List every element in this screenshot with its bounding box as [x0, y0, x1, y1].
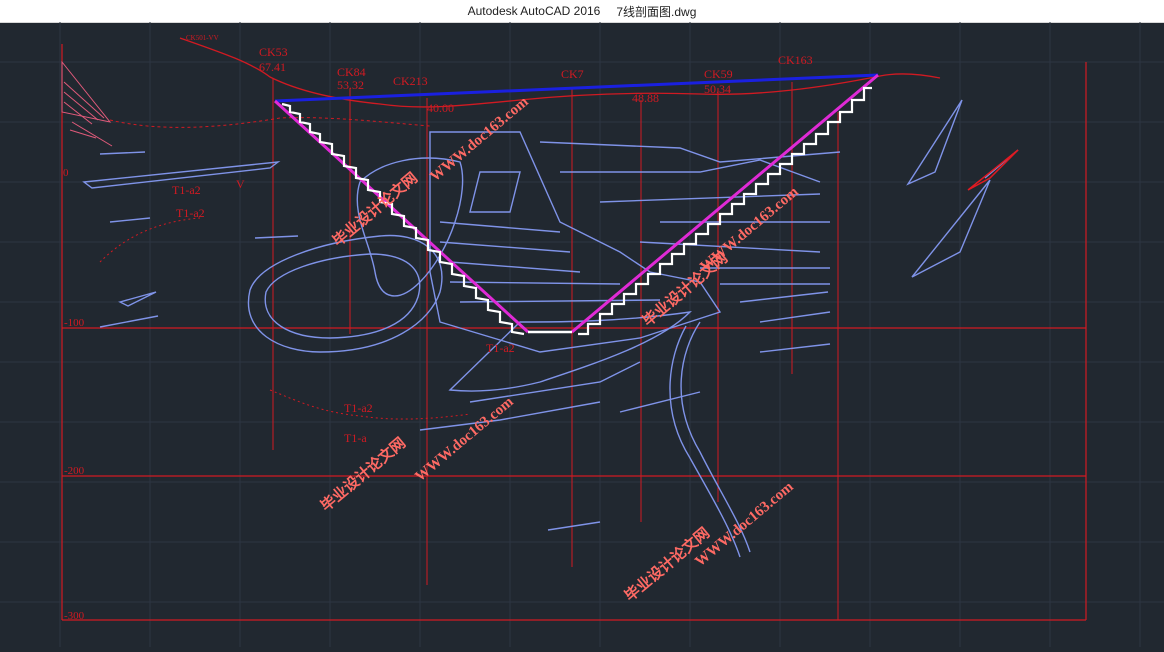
drawing-canvas[interactable]: 0 -100 -200 -300 CK53 67.41 CK84 53.32 C…: [0, 22, 1164, 647]
borehole-labels: CK53 67.41 CK84 53.32 CK213 40.00 CK7 48…: [259, 45, 813, 115]
stratum-label: T1-a2: [176, 206, 205, 220]
red-wedge: [967, 149, 1019, 191]
borehole-name: CK213: [393, 74, 428, 88]
elev-minus-200: -200: [64, 465, 85, 477]
elev-minus-300: -300: [64, 610, 85, 622]
fault-dash: [99, 217, 471, 420]
watermark-cn: 毕业设计论文网: [317, 434, 409, 515]
app-title: Autodesk AutoCAD 2016: [467, 4, 601, 18]
terrain-dash: [109, 117, 431, 128]
elevation-labels: 0 -100 -200 -300: [63, 167, 85, 622]
watermark-cn: 毕业设计论文网: [639, 249, 731, 330]
file-name: 7线剖面图.dwg: [616, 4, 697, 19]
pit-right-wall: [571, 73, 879, 334]
small-label: V: [236, 177, 245, 191]
extra-value: 48.88: [632, 91, 659, 105]
borehole-value: 53.32: [337, 78, 364, 92]
elev-minus-100: -100: [64, 317, 85, 329]
stratum-label: T1-a: [344, 431, 367, 445]
stratum-label: T1-a2: [344, 401, 373, 415]
borehole-name: CK53: [259, 45, 288, 59]
stratum-label: T1-a2: [172, 183, 201, 197]
left-hatch: [61, 60, 113, 147]
small-label: CK501-VV: [186, 34, 219, 42]
extra-value: 40.00: [427, 101, 454, 115]
borehole-value: 67.41: [259, 60, 286, 74]
borehole-name: CK59: [704, 67, 733, 81]
watermark-url: WWW.doc163.com: [412, 394, 517, 486]
title-bar: Autodesk AutoCAD 2016 7线剖面图.dwg: [0, 0, 1164, 23]
elev-0: 0: [63, 167, 69, 179]
borehole-name: CK163: [778, 53, 813, 67]
borehole-name: CK84: [337, 65, 366, 79]
pit-right-benches: [578, 86, 872, 336]
stratum-label: T1-a2: [486, 341, 515, 355]
watermark-cn: 毕业设计论文网: [329, 169, 421, 250]
borehole-value: 50.34: [704, 82, 731, 96]
borehole-name: CK7: [561, 67, 584, 81]
terrain-profile: [179, 37, 941, 108]
watermark-url: WWW.doc163.com: [692, 479, 797, 571]
